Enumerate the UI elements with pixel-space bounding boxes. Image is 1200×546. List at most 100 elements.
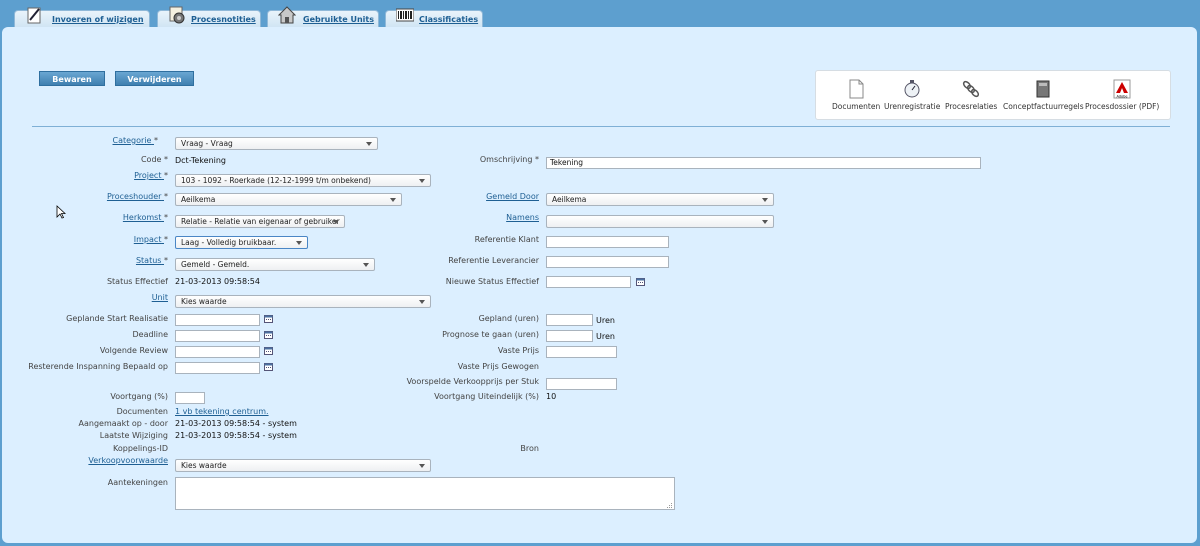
calendar-icon[interactable] (264, 315, 273, 323)
house-icon (278, 6, 296, 24)
referentie-klant-input[interactable] (546, 236, 669, 248)
vaste-prijs-gewogen-label: Vaste Prijs Gewogen (457, 362, 539, 371)
verkoopvoorwaarde-select[interactable]: Kies waarde (175, 459, 431, 472)
geplande-start-label: Geplande Start Realisatie (66, 314, 168, 323)
bron-label: Bron (520, 444, 539, 453)
svg-text:Adobe: Adobe (1117, 95, 1128, 99)
volgende-review-input[interactable] (175, 346, 260, 358)
status-label[interactable]: Status * (136, 256, 168, 265)
calendar-icon[interactable] (636, 278, 645, 286)
laatste-wijziging-label: Laatste Wijziging (99, 431, 168, 440)
herkomst-label[interactable]: Herkomst * (123, 213, 168, 222)
notes-icon (169, 6, 185, 24)
namens-label[interactable]: Namens (506, 213, 539, 222)
stopwatch-icon (904, 80, 920, 98)
proceshouder-select[interactable]: Aeilkema (175, 193, 402, 206)
nieuwe-status-effectief-input[interactable] (546, 276, 631, 288)
voortgang-uiteindelijk-value: 10 (546, 392, 557, 401)
gemeld-door-label[interactable]: Gemeld Door (486, 192, 539, 201)
calendar-icon[interactable] (264, 347, 273, 355)
volgende-review-label: Volgende Review (99, 346, 168, 355)
calendar-icon[interactable] (264, 331, 273, 339)
tab-gebruikte-units[interactable]: Gebruikte Units (267, 6, 379, 28)
vaste-prijs-label: Vaste Prijs (497, 346, 539, 355)
tab-procesnotities[interactable]: Procesnotities (157, 6, 261, 28)
voorspelde-verkoopprijs-input[interactable] (546, 378, 617, 390)
tab-label: Gebruikte Units (303, 15, 374, 24)
tab-label: Classificaties (419, 15, 479, 24)
impact-select[interactable]: Laag - Volledig bruikbaar. (175, 236, 308, 249)
actions-box: Documenten Urenregistratie Procesrelatie… (815, 70, 1171, 120)
procesdossier-pdf-action[interactable]: Adobe Procesdossier (PDF) (1085, 79, 1159, 111)
barcode-icon (396, 8, 414, 22)
aangemaakt-value: 21-03-2013 09:58:54 - system (175, 419, 297, 428)
vaste-prijs-input[interactable] (546, 346, 617, 358)
gepland-uren-unit: Uren (596, 316, 615, 325)
voortgang-uiteindelijk-label: Voortgang Uiteindelijk (%) (434, 392, 539, 401)
invoice-icon (1036, 80, 1050, 98)
project-select[interactable]: 103 - 1092 - Roerkade (12-12-1999 t/m on… (175, 174, 431, 187)
aantekeningen-textarea[interactable] (175, 477, 675, 510)
document-icon (849, 79, 864, 99)
impact-label[interactable]: Impact * (134, 235, 168, 244)
delete-button[interactable]: Verwijderen (115, 71, 194, 86)
status-effectief-label: Status Effectief (106, 277, 168, 286)
gepland-uren-input[interactable] (546, 314, 593, 326)
categorie-label[interactable]: Categorie * (113, 136, 159, 145)
pencil-icon (27, 7, 41, 24)
laatste-wijziging-value: 21-03-2013 09:58:54 - system (175, 431, 297, 440)
status-select[interactable]: Gemeld - Gemeld. (175, 258, 375, 271)
omschrijving-label: Omschrijving * (479, 155, 539, 164)
koppelings-id-label: Koppelings-ID (113, 444, 168, 453)
project-label[interactable]: Project * (134, 171, 168, 180)
calendar-icon[interactable] (264, 363, 273, 371)
code-label: Code * (140, 155, 168, 164)
referentie-leverancier-label: Referentie Leverancier (448, 256, 539, 265)
referentie-leverancier-input[interactable] (546, 256, 669, 268)
tab-invoeren[interactable]: Invoeren of wijzigen (14, 7, 150, 28)
gemeld-door-select[interactable]: Aeilkema (546, 193, 774, 206)
resterende-input[interactable] (175, 362, 260, 374)
procesrelaties-action[interactable]: Procesrelaties (945, 79, 997, 111)
adobe-pdf-icon: Adobe (1113, 79, 1131, 99)
code-value: Dct-Tekening (175, 156, 227, 165)
resize-grip-icon[interactable] (666, 502, 673, 509)
aangemaakt-label: Aangemaakt op - door (78, 419, 168, 428)
categorie-select[interactable]: Vraag - Vraag (175, 137, 378, 150)
tab-bar: Invoeren of wijzigen Procesnotities Gebr… (0, 0, 1200, 28)
unit-select[interactable]: Kies waarde (175, 295, 431, 308)
gepland-uren-label: Gepland (uren) (478, 314, 539, 323)
prognose-unit: Uren (596, 332, 615, 341)
geplande-start-input[interactable] (175, 314, 260, 326)
unit-label[interactable]: Unit (152, 293, 168, 302)
omschrijving-input[interactable]: Tekening (546, 157, 981, 169)
mouse-cursor-icon (56, 205, 66, 219)
documenten-link[interactable]: 1 vb tekening centrum. (175, 407, 269, 416)
divider (32, 126, 1170, 127)
voorspelde-verkoopprijs-label: Voorspelde Verkoopprijs per Stuk (406, 377, 539, 386)
documenten-label: Documenten (116, 407, 168, 416)
nieuwe-status-effectief-label: Nieuwe Status Effectief (445, 277, 539, 286)
tab-label: Invoeren of wijzigen (52, 15, 144, 24)
referentie-klant-label: Referentie Klant (474, 235, 539, 244)
documenten-action[interactable]: Documenten (832, 79, 880, 111)
tab-classificaties[interactable]: Classificaties (385, 8, 483, 28)
aantekeningen-label: Aantekeningen (107, 478, 168, 487)
deadline-input[interactable] (175, 330, 260, 342)
voortgang-label: Voortgang (%) (110, 392, 168, 401)
status-effectief-value: 21-03-2013 09:58:54 (175, 277, 260, 286)
verkoopvoorwaarde-label[interactable]: Verkoopvoorwaarde (88, 456, 168, 465)
chain-icon (963, 80, 980, 98)
voortgang-input[interactable] (175, 392, 205, 404)
resterende-label: Resterende Inspanning Bepaald op (28, 362, 168, 371)
tab-label: Procesnotities (191, 15, 256, 24)
save-button[interactable]: Bewaren (39, 71, 105, 86)
conceptfactuurregels-action[interactable]: Conceptfactuurregels (1003, 79, 1084, 111)
proceshouder-label[interactable]: Proceshouder * (107, 192, 168, 201)
herkomst-select[interactable]: Relatie - Relatie van eigenaar of gebrui… (175, 215, 345, 228)
urenregistratie-action[interactable]: Urenregistratie (884, 79, 940, 111)
deadline-label: Deadline (132, 330, 169, 339)
namens-select[interactable] (546, 215, 774, 228)
prognose-input[interactable] (546, 330, 593, 342)
prognose-label: Prognose te gaan (uren) (442, 330, 539, 339)
